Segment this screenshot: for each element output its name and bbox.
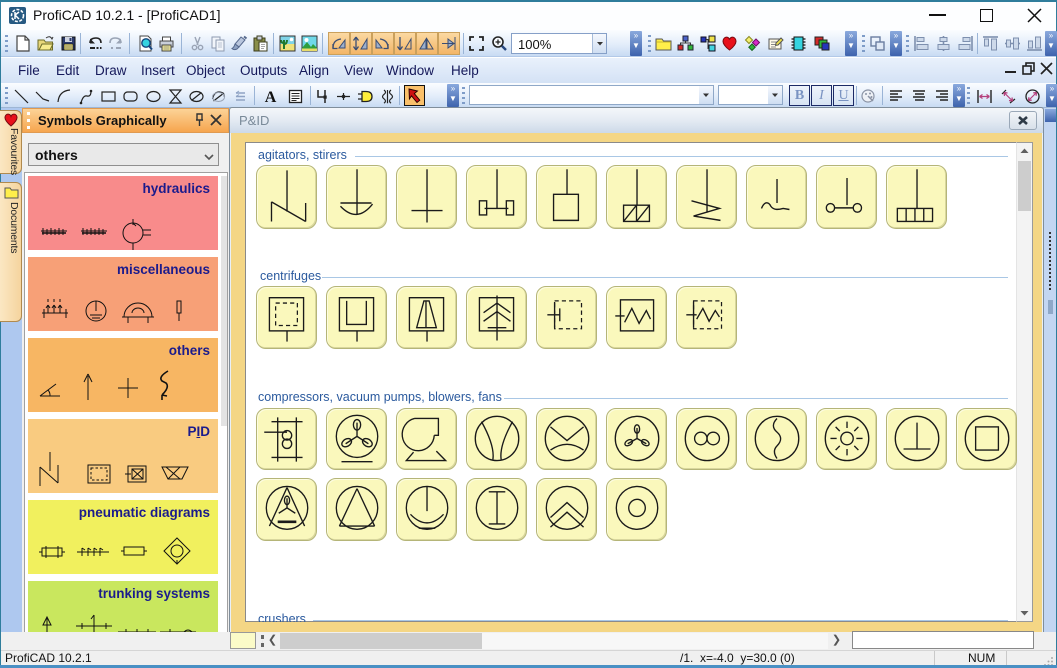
svg-text:A: A [265,89,277,105]
